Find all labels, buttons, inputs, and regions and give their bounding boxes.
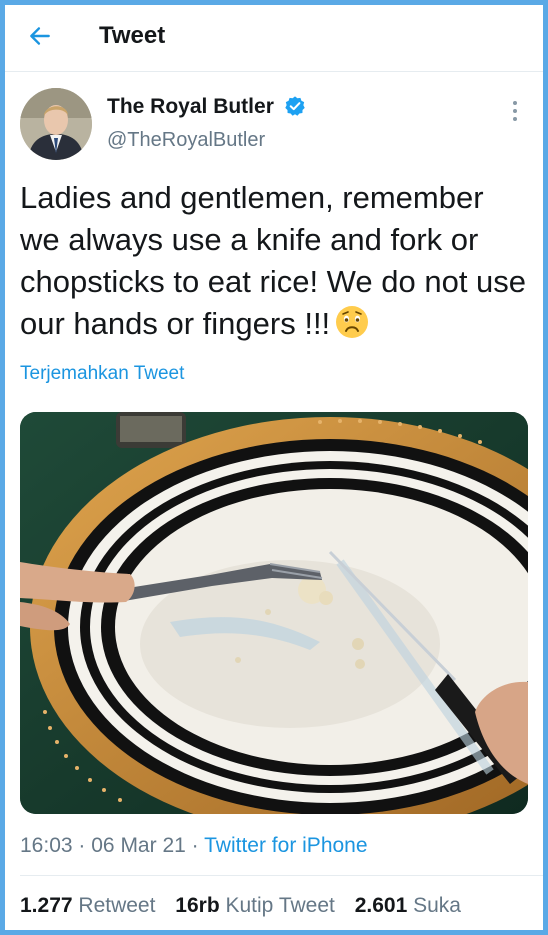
author-name[interactable]: The Royal Butler bbox=[107, 95, 274, 119]
quote-tweets-stat[interactable]: 16rb Kutip Tweet bbox=[175, 894, 335, 917]
divider bbox=[20, 875, 543, 876]
likes-stat[interactable]: 2.601 Suka bbox=[355, 894, 461, 917]
tweet-date: 06 Mar 21 bbox=[91, 834, 186, 857]
tweet-meta: 16:03 · 06 Mar 21 · Twitter for iPhone bbox=[20, 834, 368, 858]
avatar[interactable] bbox=[20, 88, 92, 160]
back-button[interactable] bbox=[27, 23, 57, 53]
meta-separator: · bbox=[191, 834, 199, 857]
tweet-body: Ladies and gentlemen, remember we always… bbox=[20, 177, 530, 345]
tweet-source-link[interactable]: Twitter for iPhone bbox=[204, 834, 367, 857]
meta-separator: · bbox=[78, 834, 86, 857]
retweets-stat[interactable]: 1.277 Retweet bbox=[20, 894, 155, 917]
page-title: Tweet bbox=[99, 22, 166, 49]
likes-label: Suka bbox=[413, 894, 461, 917]
tweet-detail-screen: Tweet The Royal Butler @TheRoyalButler L… bbox=[5, 5, 543, 930]
quotes-count: 16rb bbox=[175, 894, 220, 917]
tweet-stats: 1.277 Retweet 16rb Kutip Tweet 2.601 Suk… bbox=[20, 894, 475, 918]
worried-face-emoji-icon bbox=[336, 306, 369, 338]
top-bar: Tweet bbox=[5, 5, 543, 72]
author-handle[interactable]: @TheRoyalButler bbox=[107, 129, 265, 152]
tweet-time: 16:03 bbox=[20, 834, 73, 857]
arrow-left-icon bbox=[30, 27, 50, 45]
tweet-text: Ladies and gentlemen, remember we always… bbox=[20, 180, 527, 341]
tweet-image[interactable] bbox=[20, 412, 528, 814]
translate-tweet-link[interactable]: Terjemahkan Tweet bbox=[20, 363, 184, 385]
retweets-count: 1.277 bbox=[20, 894, 73, 917]
quotes-label: Kutip Tweet bbox=[225, 894, 335, 917]
verified-badge-icon bbox=[285, 96, 305, 116]
likes-count: 2.601 bbox=[354, 894, 408, 917]
more-options-icon[interactable] bbox=[508, 97, 522, 125]
retweets-label: Retweet bbox=[78, 894, 156, 917]
